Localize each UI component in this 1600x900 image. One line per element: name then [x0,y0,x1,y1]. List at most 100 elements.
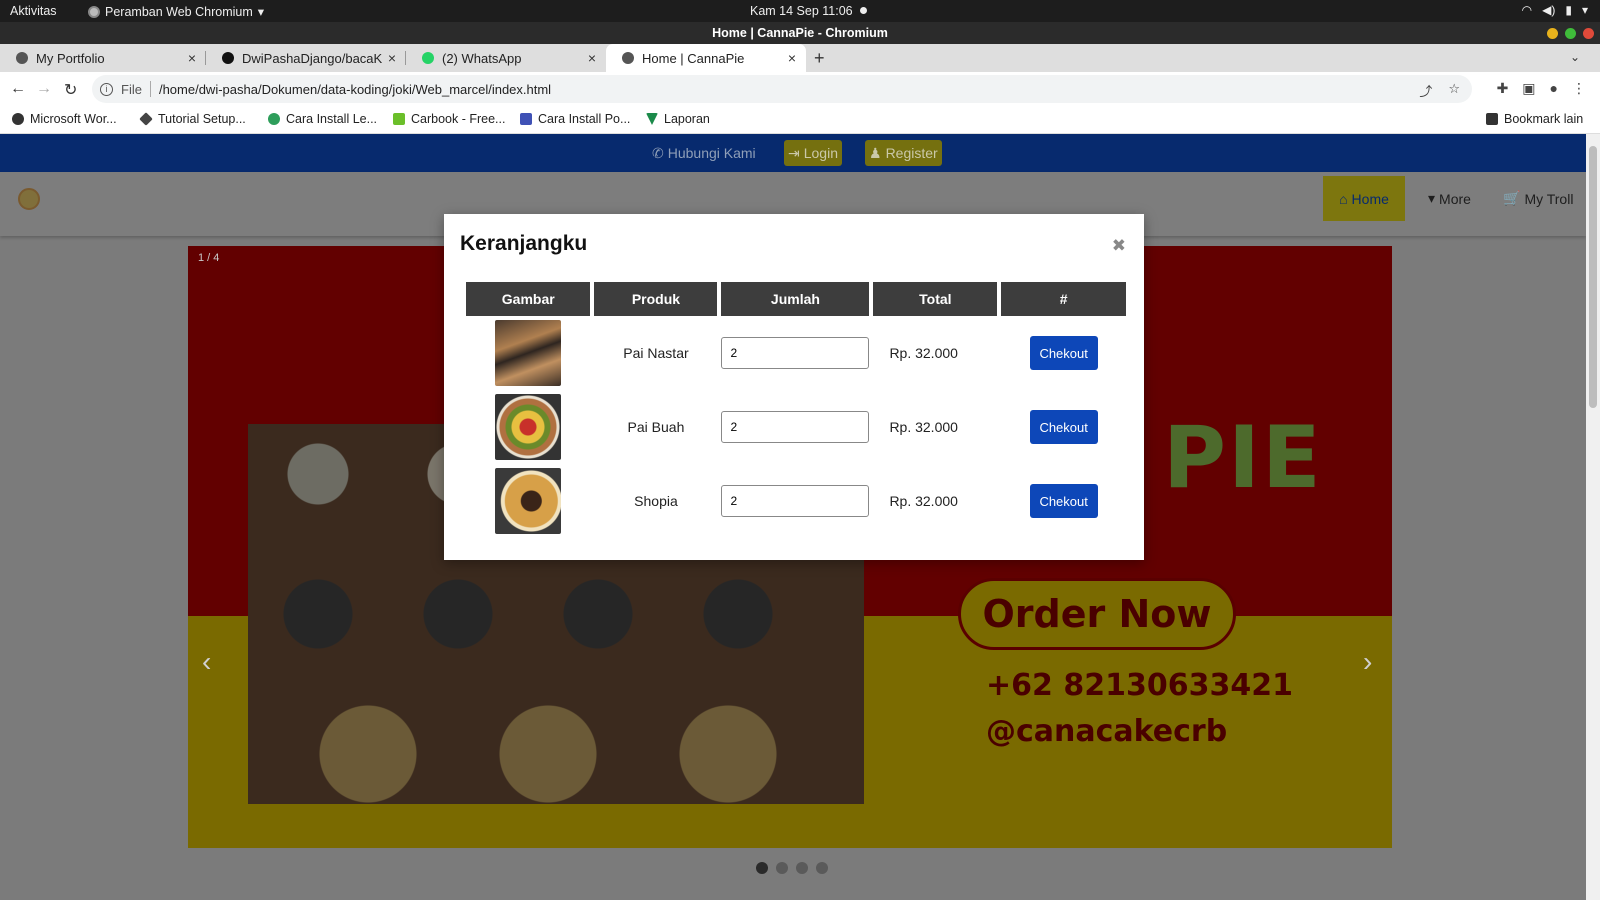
next-slide-icon[interactable]: › [1363,646,1372,678]
home-icon: ⌂ [1339,190,1348,207]
browser-toolbar: ← → ↻ i File /home/dwi-pasha/Dokumen/dat… [0,72,1600,106]
quantity-input[interactable] [721,337,870,369]
product-image [495,320,562,386]
bookmark-icon [520,113,532,125]
bookmark-item[interactable]: Cara Install Po... [520,112,630,126]
bookmark-label: Carbook - Free... [411,112,506,126]
phone-icon: ✆ [652,144,664,161]
share-icon[interactable]: ⤴ [1419,81,1432,100]
bookmark-item[interactable]: Laporan [646,112,710,126]
bookmark-label: Bookmark lain [1504,112,1584,126]
tab-search-button[interactable]: ⌄ [1570,50,1580,64]
close-icon[interactable]: × [188,50,196,66]
bookmark-item[interactable]: Carbook - Free... [393,112,505,126]
address-bar[interactable]: i File /home/dwi-pasha/Dokumen/data-kodi… [92,75,1472,103]
nav-cart[interactable]: 🛒 My Troll [1503,190,1573,207]
modal-title: Keranjangku [460,232,588,255]
table-row: Pai Nastar Rp. 32.000 Chekout [466,316,1126,390]
site-top-bar: ✆ Hubungi Kami ⇥ Login ♟ Register [0,134,1586,172]
star-icon[interactable]: ☆ [1448,81,1460,100]
row-total: Rp. 32.000 [889,419,958,435]
bookmark-label: Microsoft Wor... [30,112,117,126]
menu-icon[interactable]: ⋮ [1572,80,1586,97]
bookmark-item[interactable]: Cara Install Le... [268,112,377,126]
close-icon[interactable]: × [388,50,396,66]
extensions-icon[interactable]: ✚ [1497,80,1509,97]
site-logo[interactable] [18,188,40,210]
close-icon[interactable]: ✖ [1112,236,1126,256]
system-tray[interactable]: ◠ ◀) ▮ ▾ [1522,3,1588,17]
bookmarks-bar: Microsoft Wor... Tutorial Setup... Cara … [0,106,1600,134]
cart-table: Gambar Produk Jumlah Total # Pai Nastar … [462,282,1130,538]
new-tab-button[interactable]: + [814,48,825,69]
cart-modal: Keranjangku ✖ Gambar Produk Jumlah Total… [444,214,1144,560]
clock[interactable]: Kam 14 Sep 11:06 [750,4,853,18]
checkout-button[interactable]: Chekout [1029,410,1098,444]
slide-counter: 1 / 4 [198,252,220,264]
login-icon: ⇥ [788,144,800,161]
info-icon[interactable]: i [100,82,113,96]
forward-icon[interactable]: → [36,80,52,98]
close-window-button[interactable] [1583,28,1594,39]
bookmark-icon [139,112,153,126]
maximize-button[interactable] [1565,28,1576,39]
nav-home[interactable]: ⌂ Home [1323,176,1405,221]
bookmark-item[interactable]: Microsoft Wor... [12,112,117,126]
bookmark-icon [393,113,405,125]
url-text[interactable]: /home/dwi-pasha/Dokumen/data-koding/joki… [159,82,551,97]
page-scrollbar[interactable] [1586,134,1600,900]
carousel-indicators [756,862,828,874]
tab-whatsapp[interactable]: (2) WhatsApp × [406,44,606,72]
table-row: Pai Buah Rp. 32.000 Chekout [466,390,1126,464]
reload-icon[interactable]: ↻ [64,80,77,100]
tab-github[interactable]: DwiPashaDjango/bacaKu × [206,44,406,72]
carousel-dot[interactable] [776,862,788,874]
nav-more[interactable]: ▾ More [1428,190,1471,207]
close-icon[interactable]: × [788,50,796,66]
product-image-cell [466,316,590,390]
product-image [495,468,562,534]
carousel-dot[interactable] [796,862,808,874]
chevron-down-icon: ▾ [1581,3,1588,17]
checkout-button[interactable]: Chekout [1029,484,1098,518]
bookmark-label: Laporan [664,112,710,126]
checkout-button[interactable]: Chekout [1029,336,1098,370]
tab-my-portfolio[interactable]: My Portfolio × [0,44,206,72]
order-now-badge: Order Now [958,578,1236,650]
bookmark-label: Tutorial Setup... [158,112,246,126]
quantity-input[interactable] [721,485,870,517]
side-panel-icon[interactable]: ▣ [1522,80,1535,97]
login-button[interactable]: ⇥ Login [784,140,842,166]
register-button[interactable]: ♟ Register [865,140,942,166]
carousel-dot[interactable] [756,862,768,874]
scrollbar-thumb[interactable] [1589,146,1597,408]
wifi-icon: ◠ [1521,3,1533,17]
chevron-down-icon: ▾ [257,5,265,19]
volume-icon: ◀) [1542,3,1556,17]
other-bookmarks[interactable]: Bookmark lain [1486,112,1583,126]
contact-link[interactable]: ✆ Hubungi Kami [648,140,760,166]
user-icon: ♟ [869,144,882,161]
product-name: Pai Nastar [623,345,689,361]
product-image [495,394,562,460]
minimize-button[interactable] [1547,28,1558,39]
carousel-dot[interactable] [816,862,828,874]
product-name: Pai Buah [627,419,685,435]
prev-slide-icon[interactable]: ‹ [202,646,211,678]
brand-word: PIE [1163,408,1323,508]
instagram-handle: @canacakecrb [986,714,1228,749]
bookmark-icon [12,113,24,125]
quantity-input[interactable] [721,411,870,443]
bookmark-item[interactable]: Tutorial Setup... [139,112,246,126]
profile-icon[interactable]: ● [1550,80,1558,97]
close-icon[interactable]: × [588,50,596,66]
folder-icon [1486,113,1498,125]
back-icon[interactable]: ← [10,80,26,98]
product-image-cell [466,390,590,464]
tab-label: Home | CannaPie [642,50,745,66]
tab-label: DwiPashaDjango/bacaKu [242,50,382,66]
app-menu[interactable]: Peramban Web Chromium ▾ [88,4,264,19]
contact-label: Hubungi Kami [667,145,756,161]
tab-home-cannapie[interactable]: Home | CannaPie × [606,44,806,72]
activities-button[interactable]: Aktivitas [10,4,57,18]
